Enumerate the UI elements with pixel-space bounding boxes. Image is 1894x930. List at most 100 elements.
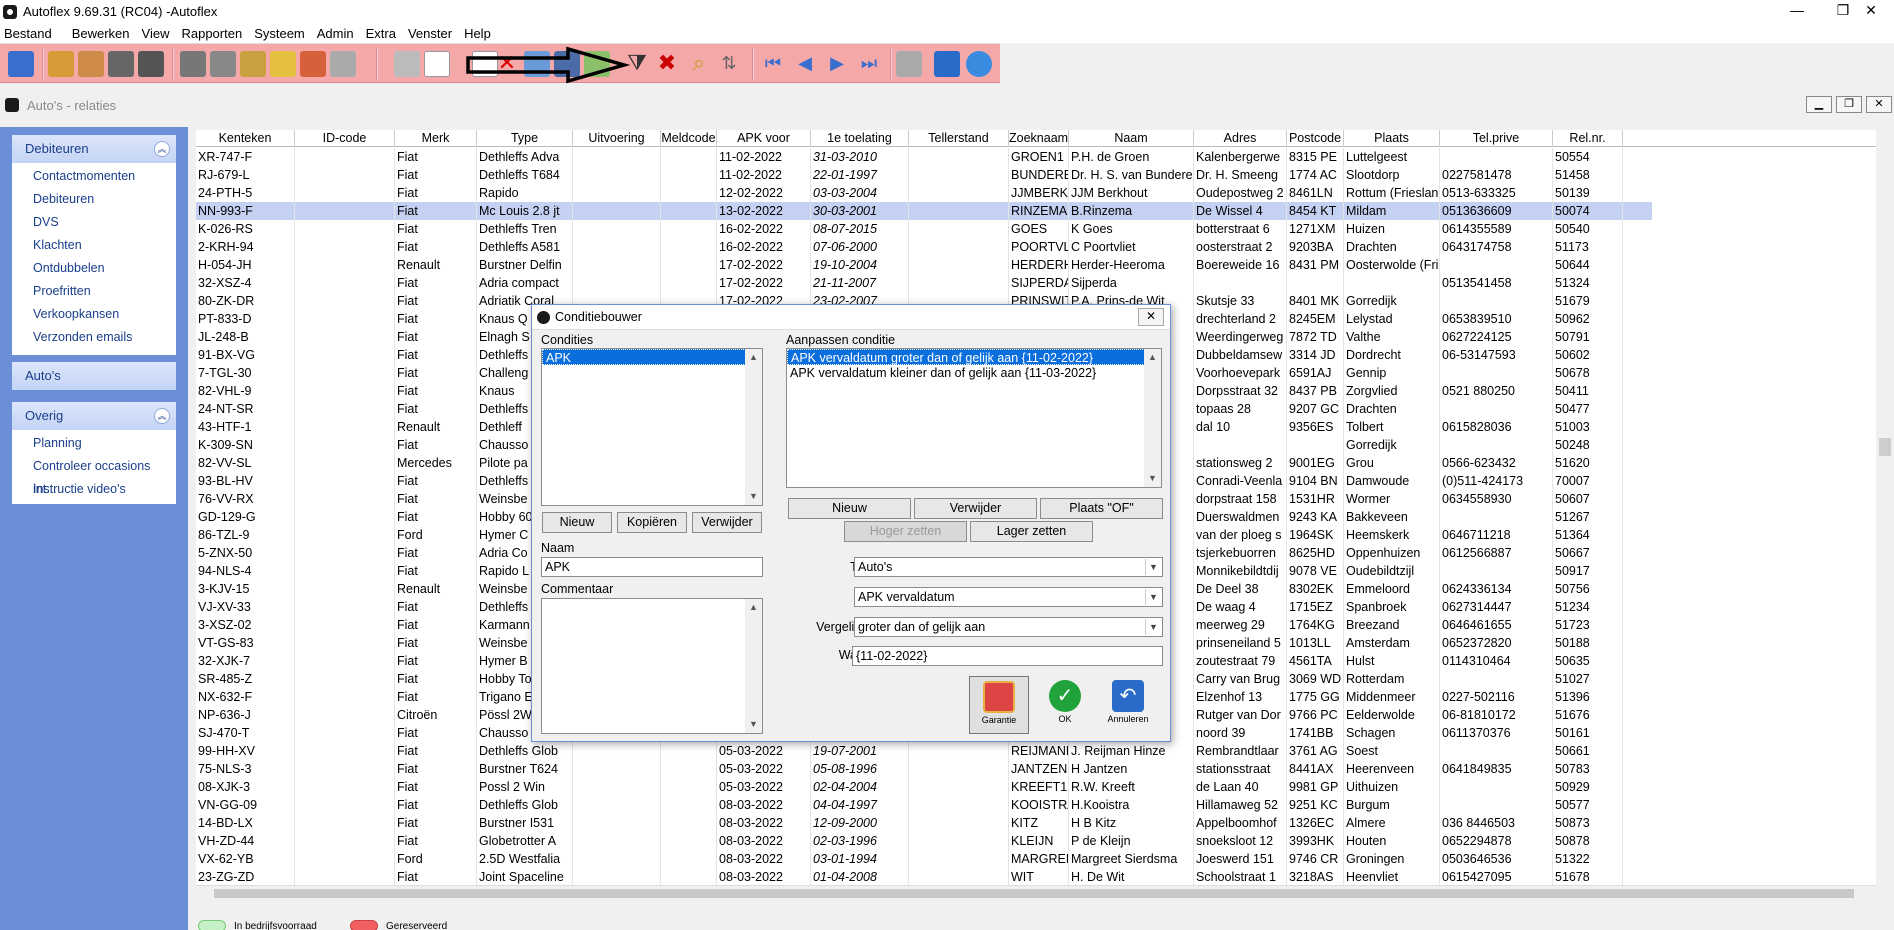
stack-icon[interactable] <box>108 51 134 77</box>
sidebar-group-header[interactable]: Overig ︽ <box>12 402 176 430</box>
menu-help[interactable]: Help <box>460 26 499 41</box>
column-header-apk-voor[interactable]: APK voor <box>717 130 811 147</box>
table-row[interactable]: NN-993-F Fiat Mc Louis 2.8 jt 13-02-2022 30-… <box>196 202 1652 220</box>
collapse-up-icon[interactable]: ︽ <box>154 141 170 157</box>
sidebar-item-ontdubbelen[interactable]: Ontdubbelen <box>12 257 176 280</box>
column-header-rel-nr[interactable]: Rel.nr. <box>1553 130 1623 147</box>
copy-condition-button[interactable]: Kopiëren <box>617 512 687 533</box>
column-header-eerste-toelating[interactable]: 1e toelating <box>811 130 909 147</box>
column-header-postcode[interactable]: Postcode <box>1287 130 1344 147</box>
tag-icon[interactable] <box>270 51 296 77</box>
menu-rapporten[interactable]: Rapporten <box>177 26 250 41</box>
comment-scrollbar[interactable]: ▲ ▼ <box>745 599 762 733</box>
comparison-select[interactable]: groter dan of gelijk aan ▼ <box>854 617 1163 637</box>
tools-icon[interactable] <box>138 51 164 77</box>
minimize-button[interactable]: — <box>1774 0 1820 23</box>
table-row[interactable]: 32-XSZ-4 Fiat Adria compact 17-02-2022 21-11… <box>196 274 1652 292</box>
column-header-plaats[interactable]: Plaats <box>1344 130 1440 147</box>
home-icon[interactable] <box>934 51 960 77</box>
first-record-icon[interactable]: ⏮ <box>760 51 786 77</box>
comment-textarea[interactable]: ▲ ▼ <box>541 598 763 734</box>
clear-filter-icon[interactable]: ✖ <box>654 51 680 77</box>
scroll-up-icon[interactable]: ▲ <box>745 349 762 366</box>
grid-vertical-scroll-thumb[interactable] <box>1879 438 1891 456</box>
new-condition-button[interactable]: Nieuw <box>542 512 612 533</box>
next-record-icon[interactable]: ▶ <box>824 51 850 77</box>
mdi-restore-button[interactable]: ❐ <box>1836 96 1862 113</box>
sidebar-item-dvs[interactable]: DVS <box>12 211 176 234</box>
table-icon[interactable] <box>394 51 420 77</box>
table-row[interactable]: RJ-679-L Fiat Dethleffs T684 11-02-2022 22-0… <box>196 166 1652 184</box>
table-row[interactable]: VH-ZD-44 Fiat Globetrotter A 08-03-2022 02-0… <box>196 832 1652 850</box>
chevron-down-icon[interactable]: ▼ <box>1145 589 1161 605</box>
menu-view[interactable]: View <box>138 26 178 41</box>
table-row[interactable]: 75-NLS-3 Fiat Burstner T624 05-03-2022 05-08… <box>196 760 1652 778</box>
move-down-button[interactable]: Lager zetten <box>970 521 1093 542</box>
sidebar-group-header[interactable]: Auto's <box>12 362 176 390</box>
menu-bestand[interactable]: Bestand <box>0 26 60 41</box>
table-row[interactable]: 14-BD-LX Fiat Burstner I531 08-03-2022 12-09… <box>196 814 1652 832</box>
value-input[interactable]: {11-02-2022} <box>852 646 1163 666</box>
chevron-down-icon[interactable]: ▼ <box>1145 559 1161 575</box>
grid-view-icon[interactable] <box>8 51 34 77</box>
conditions-list-scrollbar[interactable]: ▲ ▼ <box>745 349 762 505</box>
collapse-up-icon[interactable]: ︽ <box>154 408 170 424</box>
column-header-zoeknaam[interactable]: Zoeknaam <box>1009 130 1069 147</box>
help-icon[interactable] <box>966 51 992 77</box>
name-input[interactable]: APK <box>541 557 763 577</box>
new-rule-button[interactable]: Nieuw <box>788 498 911 519</box>
clipboard-icon[interactable] <box>240 51 266 77</box>
car-edit-icon[interactable] <box>210 51 236 77</box>
sidebar-item-klachten[interactable]: Klachten <box>12 234 176 257</box>
mdi-close-button[interactable]: ✕ <box>1866 96 1892 113</box>
scroll-down-icon[interactable]: ▼ <box>745 716 762 733</box>
relations-icon[interactable] <box>48 51 74 77</box>
grid-horizontal-scroll-thumb[interactable] <box>214 889 1854 898</box>
column-header-tellerstand[interactable]: Tellerstand <box>909 130 1009 147</box>
move-up-button[interactable]: Hoger zetten <box>844 521 967 542</box>
table-row[interactable]: VN-GG-09 Fiat Dethleffs Glob 08-03-2022 04-0… <box>196 796 1652 814</box>
column-header-tel-prive[interactable]: Tel.prive <box>1440 130 1553 147</box>
table-row[interactable]: 08-XJK-3 Fiat Possl 2 Win 05-03-2022 02-04-2… <box>196 778 1652 796</box>
scroll-down-icon[interactable]: ▼ <box>745 488 762 505</box>
sidebar-item-planning[interactable]: Planning <box>12 432 176 455</box>
menu-bewerken[interactable]: Bewerken <box>60 26 138 41</box>
shopping-icon[interactable] <box>300 51 326 77</box>
print-preview-icon[interactable] <box>896 51 922 77</box>
sidebar-item-debiteuren[interactable]: Debiteuren <box>12 188 176 211</box>
table-row[interactable]: XR-747-F Fiat Dethleffs Adva 11-02-2022 31-0… <box>196 148 1652 166</box>
delete-condition-button[interactable]: Verwijder <box>692 512 762 533</box>
grid-vertical-scrollbar[interactable] <box>1876 130 1894 900</box>
ok-button[interactable]: ✓ OK <box>1035 676 1095 734</box>
menu-venster[interactable]: Venster <box>404 26 460 41</box>
column-header-adres[interactable]: Adres <box>1194 130 1287 147</box>
condition-rule-item[interactable]: APK vervaldatum kleiner dan of gelijk aa… <box>787 365 1145 381</box>
scroll-down-icon[interactable]: ▼ <box>1144 470 1161 487</box>
column-header-uitvoering[interactable]: Uitvoering <box>573 130 661 147</box>
column-header-kenteken[interactable]: Kenteken <box>196 130 295 147</box>
scroll-up-icon[interactable]: ▲ <box>1144 349 1161 366</box>
print-icon[interactable] <box>330 51 356 77</box>
sidebar-item-proefritten[interactable]: Proefritten <box>12 280 176 303</box>
table-row[interactable]: 99-HH-XV Fiat Dethleffs Glob 05-03-2022 19-0… <box>196 742 1652 760</box>
cancel-button[interactable]: ↶ Annuleren <box>1098 676 1158 734</box>
new-document-icon[interactable] <box>424 51 450 77</box>
sidebar-item-controleer-occasions[interactable]: Controleer occasions int... <box>12 455 176 496</box>
table-row[interactable]: 23-ZG-ZD Fiat Joint Spaceline 08-03-2022 01-… <box>196 868 1652 886</box>
car-icon[interactable] <box>180 51 206 77</box>
column-header-meldcode[interactable]: Meldcode <box>661 130 717 147</box>
guarantee-button[interactable]: Garantie <box>969 676 1029 734</box>
condition-rule-item[interactable]: APK vervaldatum groter dan of gelijk aan… <box>787 349 1145 365</box>
column-header-naam[interactable]: Naam <box>1069 130 1194 147</box>
condition-item[interactable]: APK <box>542 349 746 365</box>
mdi-minimize-button[interactable]: ▁ <box>1806 96 1832 113</box>
chevron-down-icon[interactable]: ▼ <box>1145 619 1161 635</box>
place-or-button[interactable]: Plaats "OF" <box>1040 498 1163 519</box>
close-button[interactable]: ✕ <box>1848 0 1894 23</box>
table-row[interactable]: K-026-RS Fiat Dethleffs Tren 16-02-2022 08-0… <box>196 220 1652 238</box>
column-header-type[interactable]: Type <box>477 130 573 147</box>
conditions-list[interactable]: APK ▲ ▼ <box>541 348 763 506</box>
previous-record-icon[interactable]: ◀ <box>792 51 818 77</box>
sidebar-item-contactmomenten[interactable]: Contactmomenten <box>12 165 176 188</box>
menu-extra[interactable]: Extra <box>362 26 404 41</box>
